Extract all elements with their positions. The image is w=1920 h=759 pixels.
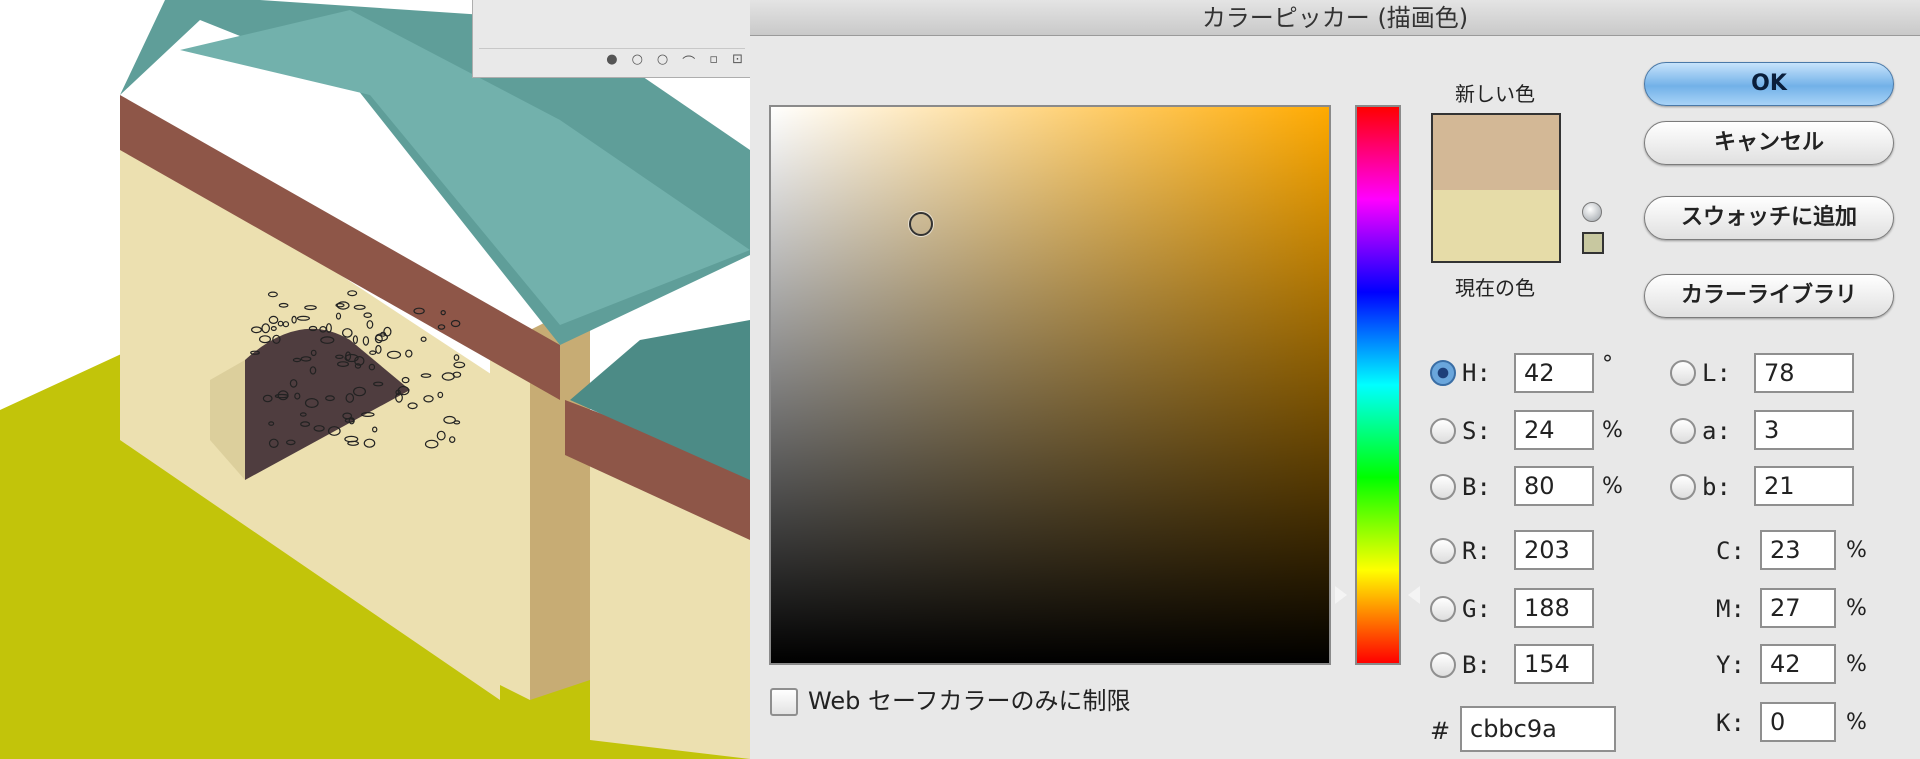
artwork-canvas[interactable]: ● ○ ○ ⌒ ▫ ⊡ (0, 0, 750, 759)
blue-label: B: (1462, 651, 1491, 679)
green-input[interactable]: 188 (1514, 588, 1594, 628)
red-label: R: (1462, 537, 1491, 565)
saturation-label: S: (1462, 417, 1491, 445)
new-color-label: 新しい色 (1455, 82, 1535, 106)
add-to-swatches-button[interactable]: スウォッチに追加 (1644, 196, 1894, 240)
cyan-label: C: (1716, 537, 1745, 565)
dialog-title: カラーピッカー (描画色) (750, 0, 1920, 36)
lab-a-input[interactable]: 3 (1754, 410, 1854, 450)
saturation-unit: % (1602, 418, 1623, 443)
red-input[interactable]: 203 (1514, 530, 1594, 570)
radio-red[interactable] (1430, 538, 1456, 564)
cyan-unit: % (1846, 538, 1867, 563)
brightness-gradient (771, 107, 1329, 663)
hue-slider-left-arrow-icon[interactable] (1335, 586, 1347, 604)
new-color-swatch (1433, 115, 1559, 190)
floating-panel: ● ○ ○ ⌒ ▫ ⊡ (472, 0, 750, 78)
lab-b-input[interactable]: 21 (1754, 466, 1854, 506)
magenta-input[interactable]: 27 (1760, 588, 1836, 628)
radio-brightness[interactable] (1430, 474, 1456, 500)
current-color-swatch[interactable] (1433, 190, 1559, 261)
pillar-front (490, 330, 530, 700)
web-safe-label: Web セーフカラーのみに制限 (808, 687, 1131, 715)
color-preview (1431, 113, 1561, 263)
current-color-label: 現在の色 (1455, 276, 1535, 300)
cyan-input[interactable]: 23 (1760, 530, 1836, 570)
lab-l-input[interactable]: 78 (1754, 353, 1854, 393)
brightness-input[interactable]: 80 (1514, 466, 1594, 506)
ok-button[interactable]: OK (1644, 62, 1894, 106)
blue-input[interactable]: 154 (1514, 644, 1594, 684)
radio-filled-icon[interactable]: ● (606, 52, 617, 71)
yellow-input[interactable]: 42 (1760, 644, 1836, 684)
radio-blue[interactable] (1430, 652, 1456, 678)
hue-slider-right-arrow-icon[interactable] (1408, 586, 1420, 604)
web-safe-color-swatch[interactable] (1582, 232, 1604, 254)
radio-lab-l[interactable] (1670, 360, 1696, 386)
web-safe-checkbox[interactable] (770, 688, 798, 716)
magenta-label: M: (1716, 595, 1745, 623)
panel-icon-row: ● ○ ○ ⌒ ▫ ⊡ (606, 52, 743, 71)
hue-unit: ° (1602, 352, 1613, 377)
hue-label: H: (1462, 359, 1491, 387)
cancel-button[interactable]: キャンセル (1644, 121, 1894, 165)
hue-input[interactable]: 42 (1514, 353, 1594, 393)
black-input[interactable]: 0 (1760, 702, 1836, 742)
lab-b-label: b: (1702, 473, 1731, 501)
color-cursor-icon[interactable] (909, 212, 933, 236)
radio-saturation[interactable] (1430, 418, 1456, 444)
black-unit: % (1846, 710, 1867, 735)
brightness-unit: % (1602, 474, 1623, 499)
curve-icon[interactable]: ⌒ (682, 52, 695, 71)
radio-empty-icon[interactable]: ○ (657, 52, 668, 71)
green-label: G: (1462, 595, 1491, 623)
illustration (0, 0, 750, 759)
radio-hue[interactable] (1430, 360, 1456, 386)
square-dot-icon[interactable]: ⊡ (732, 52, 743, 71)
black-label: K: (1716, 709, 1745, 737)
hue-slider[interactable] (1355, 105, 1401, 665)
lab-l-label: L: (1702, 359, 1731, 387)
color-libraries-button[interactable]: カラーライブラリ (1644, 274, 1894, 318)
saturation-brightness-field[interactable] (769, 105, 1331, 665)
hex-hash-label: # (1430, 717, 1451, 745)
magenta-unit: % (1846, 596, 1867, 621)
radio-lab-b[interactable] (1670, 474, 1696, 500)
radio-empty-icon[interactable]: ○ (632, 52, 643, 71)
yellow-label: Y: (1716, 651, 1745, 679)
saturation-input[interactable]: 24 (1514, 410, 1594, 450)
print-gamut-warning-icon[interactable] (1582, 202, 1602, 222)
brightness-label: B: (1462, 473, 1491, 501)
lab-a-label: a: (1702, 417, 1731, 445)
radio-lab-a[interactable] (1670, 418, 1696, 444)
color-picker-dialog: カラーピッカー (描画色) 新しい色 現在の色 OK キャンセル スウォッチに追… (750, 0, 1920, 759)
square-icon[interactable]: ▫ (709, 52, 718, 71)
radio-green[interactable] (1430, 596, 1456, 622)
panel-divider (479, 48, 745, 49)
hex-input[interactable]: cbbc9a (1460, 706, 1616, 752)
yellow-unit: % (1846, 652, 1867, 677)
